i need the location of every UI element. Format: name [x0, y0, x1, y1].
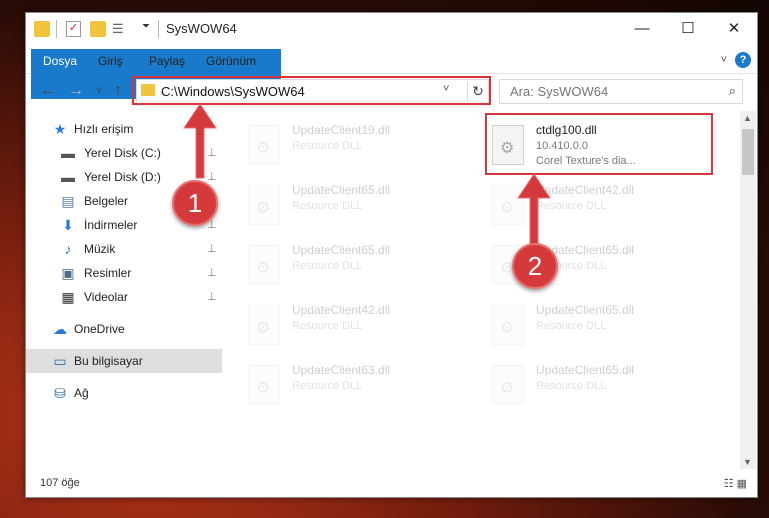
arrow-2-icon	[517, 173, 551, 251]
arrow-1-icon	[183, 103, 217, 179]
step-badge-1: 1	[172, 180, 218, 226]
step-badge-2: 2	[512, 243, 558, 289]
annotation-arrows	[183, 103, 551, 251]
